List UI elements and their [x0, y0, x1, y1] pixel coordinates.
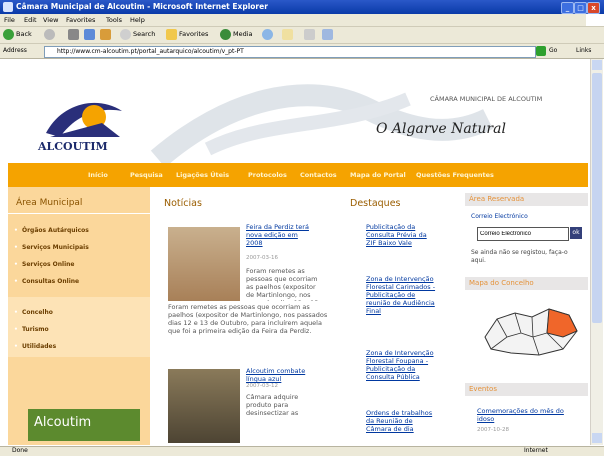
- alcoutim-banner-text: Alcoutim: [34, 415, 92, 430]
- nav-questoes-frequentes[interactable]: Questões Frequentes: [416, 171, 494, 179]
- site-header: ALCOUTIM CÂMARA MUNICIPAL DE ALCOUTIM O …: [8, 59, 588, 163]
- event-date: 2007-10-28: [477, 427, 509, 433]
- municipality-map-icon[interactable]: [477, 297, 581, 361]
- nav-contactos[interactable]: Contactos: [300, 171, 337, 179]
- news-headline-feira-perdiz[interactable]: Feira da Perdiz terá nova edição em 2008: [246, 223, 316, 247]
- menu-help[interactable]: Help: [130, 16, 145, 24]
- favorites-button[interactable]: Favorites: [179, 30, 208, 38]
- address-url: http://www.cm-alcoutim.pt/portal_autarqu…: [57, 48, 244, 55]
- media-button[interactable]: Media: [233, 30, 253, 38]
- sidebar-item-servicos-online[interactable]: Serviços Online: [14, 261, 75, 268]
- event-link[interactable]: Comemorações do mês do idoso: [477, 407, 582, 423]
- register-text[interactable]: Se ainda não se registou, faça-o aqui.: [471, 249, 571, 265]
- logo-text: ALCOUTIM: [38, 140, 108, 153]
- menu-view[interactable]: View: [43, 16, 58, 24]
- refresh-icon[interactable]: [84, 29, 95, 40]
- favorites-star-icon[interactable]: [166, 29, 177, 40]
- menu-bar: File Edit View Favorites Tools Help: [0, 14, 604, 27]
- media-icon[interactable]: [220, 29, 231, 40]
- site-slogan: O Algarve Natural: [376, 121, 506, 137]
- go-button[interactable]: Go: [549, 47, 557, 54]
- nav-protocolos[interactable]: Protocolos: [248, 171, 287, 179]
- nav-ligacoes-uteis[interactable]: Ligações Úteis: [176, 171, 229, 179]
- login-button[interactable]: ok: [570, 227, 582, 239]
- go-arrow-icon[interactable]: [536, 46, 546, 56]
- menu-edit[interactable]: Edit: [24, 16, 37, 24]
- internet-zone: Internet: [524, 447, 548, 454]
- divider: [8, 213, 150, 214]
- news-section: Notícias Feira da Perdiz terá nova ediçã…: [152, 187, 348, 445]
- maximize-button[interactable]: □: [574, 2, 587, 14]
- sidebar-item-consultas-online[interactable]: Consultas Online: [14, 278, 79, 285]
- back-arrow-icon[interactable]: [3, 29, 14, 40]
- links-button[interactable]: Links: [576, 47, 591, 54]
- vertical-scrollbar[interactable]: [590, 59, 603, 445]
- edit-icon[interactable]: [322, 29, 333, 40]
- menu-favorites[interactable]: Favorites: [66, 16, 95, 24]
- sidebar-item-concelho[interactable]: Concelho: [14, 309, 53, 316]
- news-summary: Foram remetes as pessoas que ocorriam as…: [168, 303, 328, 335]
- window-title-bar: Câmara Municipal de Alcoutim - Microsoft…: [0, 0, 604, 14]
- scrollbar-thumb[interactable]: [592, 73, 602, 323]
- news-title: Notícias: [164, 198, 202, 209]
- news-photo-partridges[interactable]: [168, 227, 240, 301]
- highlights-section: Destaques Publicitação da Consulta Prévi…: [348, 187, 462, 445]
- scroll-up-arrow-icon[interactable]: [592, 60, 602, 70]
- highlight-link[interactable]: Ordens de trabalhos da Reunião de Câmara…: [366, 409, 438, 433]
- nav-pesquisa[interactable]: Pesquisa: [130, 171, 163, 179]
- main-navigation: Início Pesquisa Ligações Úteis Protocolo…: [8, 163, 588, 187]
- email-label: Correio Electrónico: [471, 213, 528, 220]
- stop-icon[interactable]: [68, 29, 79, 40]
- sidebar-item-utilidades[interactable]: Utilidades: [14, 343, 56, 350]
- search-icon[interactable]: [120, 29, 131, 40]
- print-icon[interactable]: [304, 29, 315, 40]
- municipality-name: CÂMARA MUNICIPAL DE ALCOUTIM: [430, 95, 543, 103]
- news-photo-animals[interactable]: [168, 369, 240, 443]
- news-date: 2007-03-12: [246, 383, 278, 389]
- status-text: Done: [12, 447, 28, 454]
- nav-inicio[interactable]: Início: [88, 171, 108, 179]
- news-headline-lingua-azul[interactable]: Alcoutim combate língua azul: [246, 367, 316, 383]
- web-page: ALCOUTIM CÂMARA MUNICIPAL DE ALCOUTIM O …: [8, 59, 588, 445]
- history-icon[interactable]: [262, 29, 273, 40]
- left-sidebar-title: Área Municipal: [16, 198, 83, 208]
- nav-mapa-portal[interactable]: Mapa do Portal: [350, 171, 406, 179]
- map-title: Mapa do Concelho: [465, 277, 588, 290]
- mail-icon[interactable]: [282, 29, 293, 40]
- events-title: Eventos: [465, 383, 588, 396]
- toolbar: Back Search Favorites Media: [0, 27, 604, 44]
- highlight-link[interactable]: Publicitação da Consulta Prévia da ZIF B…: [366, 223, 436, 247]
- sidebar-item-turismo[interactable]: Turismo: [14, 326, 49, 333]
- window-title: Câmara Municipal de Alcoutim - Microsoft…: [16, 2, 268, 11]
- windows-logo-icon: [586, 14, 604, 26]
- close-button[interactable]: x: [587, 2, 600, 14]
- news-summary: Câmara adquire produto para desinsectiza…: [246, 393, 299, 417]
- highlight-link[interactable]: Zona de Intervenção Florestal Carimados …: [366, 275, 438, 315]
- address-input[interactable]: http://www.cm-alcoutim.pt/portal_autarqu…: [44, 46, 536, 58]
- highlights-title: Destaques: [350, 198, 401, 209]
- back-button[interactable]: Back: [16, 30, 32, 38]
- home-icon[interactable]: [100, 29, 111, 40]
- left-sidebar: Área Municipal Órgãos Autárquicos Serviç…: [8, 187, 150, 445]
- reserved-area-title: Área Reservada: [465, 193, 588, 206]
- alcoutim-banner[interactable]: Alcoutim: [28, 409, 140, 441]
- menu-file[interactable]: File: [4, 16, 15, 24]
- search-button[interactable]: Search: [133, 30, 155, 38]
- news-summary-top: Foram remetes as pessoas que ocorriam as…: [246, 267, 318, 301]
- menu-tools[interactable]: Tools: [106, 16, 122, 24]
- forward-arrow-icon[interactable]: [44, 29, 55, 40]
- scroll-down-arrow-icon[interactable]: [592, 433, 602, 443]
- sidebar-item-servicos-municipais[interactable]: Serviços Municipais: [14, 244, 89, 251]
- ie-icon: [3, 2, 13, 12]
- minimize-button[interactable]: _: [561, 2, 574, 14]
- sidebar-item-orgaos[interactable]: Órgãos Autárquicos: [14, 227, 89, 234]
- address-label: Address: [3, 47, 27, 54]
- highlight-link[interactable]: Zona de Intervenção Florestal Foupana - …: [366, 349, 438, 381]
- right-sidebar: Área Reservada Correio Electrónico ok Se…: [465, 187, 588, 445]
- email-input[interactable]: [477, 227, 569, 241]
- news-date: 2007-03-16: [246, 255, 278, 261]
- address-bar: Address http://www.cm-alcoutim.pt/portal…: [0, 44, 604, 59]
